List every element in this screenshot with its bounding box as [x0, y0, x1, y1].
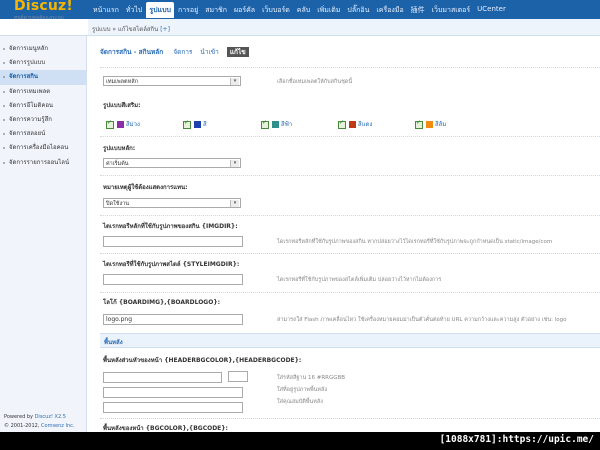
color-name: สีส้ม: [435, 121, 447, 128]
checkbox-checked-icon[interactable]: [338, 119, 346, 129]
page-title-bar: จัดการสกิน - สกินหลัก จัดการ นำเข้า แก้ไข: [100, 47, 249, 59]
sidebar-item[interactable]: จัดการสกิน: [0, 70, 86, 85]
main-nav: หน้าแรก ทั่วไป รูปแบบ การอยู่ สมาชิก ผอร์คัลเ…: [90, 2, 509, 18]
mode-label: หมายเหตุผู้ใช้ต้องแสดงการแทน:: [103, 184, 188, 191]
nav-tab[interactable]: เครื่องมือ: [373, 2, 406, 18]
color-swatch: [272, 121, 279, 128]
headerbg-image-input[interactable]: [103, 387, 243, 398]
color-swatch: [117, 121, 124, 128]
nav-tab[interactable]: คลับ: [294, 2, 313, 18]
color-picker-button[interactable]: [228, 371, 248, 382]
color-option[interactable]: สีแดง: [338, 119, 372, 129]
layout-select[interactable]: ค่าเริ่มต้น ▾: [103, 158, 241, 168]
template-select[interactable]: เทมเพลตหลัก ▾: [103, 76, 241, 86]
section-title: พื้นหลัง: [104, 339, 123, 346]
nav-tab[interactable]: ผอร์คัล: [231, 2, 258, 18]
nav-tab[interactable]: UCenter: [474, 2, 509, 18]
styleimgdir-input[interactable]: [103, 274, 243, 285]
breadcrumb-bar: [0, 19, 600, 36]
styleimgdir-hint: ไดเรกทอรีที่ใช้กับรูปภาพของสไตล์เพิ่มเติ…: [277, 277, 442, 283]
color-label: รูปแบบสีเสริม:: [103, 102, 141, 109]
nav-tab[interactable]: เว็บบอร์ด: [259, 2, 293, 18]
sidebar-item[interactable]: จัดการเครื่องมือไอคอน: [0, 141, 86, 155]
imgdir-input[interactable]: [103, 236, 243, 247]
imgdir-hint: ไดเรกทอรีหลักที่ใช้กับรูปภาพของสกิน หากป…: [277, 239, 553, 245]
color-name: สี: [203, 121, 207, 128]
top-header: Discuz! ศูนย์ควบคุมผู้ดูแลระบบ หน้าแรก ทั…: [0, 0, 600, 21]
sidebar-item[interactable]: จัดการเทมเพลต: [0, 85, 86, 99]
headerbg-color-input[interactable]: [103, 372, 222, 383]
mode-select[interactable]: ปิดใช้งาน ▾: [103, 198, 241, 208]
headerbg-label: พื้นหลังส่วนหัวของหน้า {HEADERBGCOLOR},{…: [103, 357, 302, 364]
sub-tab[interactable]: จัดการ: [173, 48, 192, 56]
logo-text: Discuz!: [14, 0, 73, 14]
checkbox-checked-icon[interactable]: [415, 119, 423, 129]
sidebar-item[interactable]: จัดการความรู้สึก: [0, 113, 86, 127]
color-swatch: [349, 121, 356, 128]
color-swatch: [426, 121, 433, 128]
layout-label: รูปแบบหลัก:: [103, 145, 136, 152]
watermark: [1088x781]:https://upic.me/: [439, 434, 594, 445]
footer: Powered by Discuz! X2.5 © 2001-2012, Com…: [4, 414, 75, 429]
sidebar: จัดการเมนูหลัก จัดการรูปแบบ จัดการสกิน จัดก…: [0, 36, 87, 432]
color-swatch: [194, 121, 201, 128]
sidebar-item[interactable]: จัดการรายการออนไลน์: [0, 156, 86, 170]
breadcrumb-text: รูปแบบ » แก้ไขสไตล์สกิน: [92, 26, 159, 33]
color-name: สีฟ้า: [281, 121, 293, 128]
nav-tab[interactable]: หน้าแรก: [90, 2, 122, 18]
breadcrumb: รูปแบบ » แก้ไขสไตล์สกิน [+]: [92, 24, 170, 34]
color-option[interactable]: สีส้ม: [415, 119, 446, 129]
logo-input[interactable]: logo.png: [103, 314, 243, 325]
color-option[interactable]: สีฟ้า: [261, 119, 292, 129]
nav-tab[interactable]: รูปแบบ: [146, 2, 174, 18]
section-header: พื้นหลัง: [100, 333, 600, 348]
nav-tab[interactable]: เพิ่มเติม: [314, 2, 343, 18]
checkbox-checked-icon[interactable]: [106, 119, 114, 129]
sub-tabs: จัดการ นำเข้า แก้ไข: [165, 47, 249, 57]
page-title: จัดการสกิน - สกินหลัก: [100, 48, 164, 56]
discuz-version-link[interactable]: Discuz! X2.5: [35, 414, 66, 420]
headerbg-hint-1: ใส่รหัสสีฐาน 16 #RRGGBB: [277, 375, 346, 381]
nav-tab[interactable]: ปลั๊กอิน: [344, 2, 372, 18]
comsenz-link[interactable]: Comsenz Inc.: [41, 423, 74, 429]
sidebar-item[interactable]: จัดการเมนูหลัก: [0, 42, 86, 56]
chevron-down-icon: ▾: [230, 160, 239, 167]
sidebar-item[interactable]: จัดการอีโมติคอน: [0, 99, 86, 113]
color-option[interactable]: สี: [183, 119, 207, 129]
color-options: สีม่วง สี สีฟ้า สีแดง สีส้ม: [106, 119, 506, 131]
sub-tab[interactable]: แก้ไข: [226, 47, 249, 57]
sidebar-item[interactable]: จัดการรูปแบบ: [0, 56, 86, 70]
headerbg-hint-3: ใส่คุณสมบัติพื้นหลัง: [277, 399, 323, 405]
nav-tab[interactable]: การอยู่: [175, 2, 201, 18]
nav-tab[interactable]: 插件: [408, 2, 428, 18]
sidebar-item[interactable]: จัดการสลอยน์: [0, 127, 86, 141]
bgcolor-label: พื้นหลังของหน้า {BGCOLOR},{BGCODE}:: [103, 425, 228, 432]
color-name: สีม่วง: [126, 121, 140, 128]
discuz-logo[interactable]: Discuz! ศูนย์ควบคุมผู้ดูแลระบบ: [4, 0, 84, 21]
nav-tab[interactable]: สมาชิก: [202, 2, 230, 18]
template-hint: เลือกชื่อเทมเพลตให้กับสกินชุดนี้: [277, 79, 353, 85]
headerbg-hint-2: ใส่ที่อยู่รูปภาพพื้นหลัง: [277, 387, 328, 393]
logo-hint: สามารถใส่ Flash ภาพเคลื่อนไหว ใช้เครื่อง…: [277, 317, 567, 323]
color-name: สีแดง: [358, 121, 373, 128]
admin-window: Discuz! ศูนย์ควบคุมผู้ดูแลระบบ หน้าแรก ทั…: [0, 0, 600, 432]
imgdir-label: ไดเรกทอรีหลักที่ใช้กับรูปภาพของสกิน {IMG…: [103, 223, 238, 230]
chevron-down-icon: ▾: [230, 78, 239, 85]
chevron-down-icon: ▾: [230, 200, 239, 207]
headerbg-extra-input[interactable]: [103, 402, 243, 413]
main-content: จัดการสกิน - สกินหลัก จัดการ นำเข้า แก้ไข …: [90, 36, 600, 432]
add-shortcut-link[interactable]: [+]: [160, 26, 170, 33]
styleimgdir-label: ไดเรกทอรีที่ใช้กับรูปภาพสไตล์ {STYLEIMGD…: [103, 261, 240, 268]
sidebar-menu: จัดการเมนูหลัก จัดการรูปแบบ จัดการสกิน จัดก…: [0, 42, 86, 170]
sub-tab[interactable]: นำเข้า: [200, 48, 218, 56]
checkbox-checked-icon[interactable]: [183, 119, 191, 129]
nav-tab[interactable]: เว็บมาสเตอร์: [429, 2, 474, 18]
logo-label: โลโก้ {BOARDIMG},{BOARDLOGO}:: [103, 299, 220, 306]
color-option[interactable]: สีม่วง: [106, 119, 140, 129]
checkbox-checked-icon[interactable]: [261, 119, 269, 129]
nav-tab[interactable]: ทั่วไป: [123, 2, 146, 18]
